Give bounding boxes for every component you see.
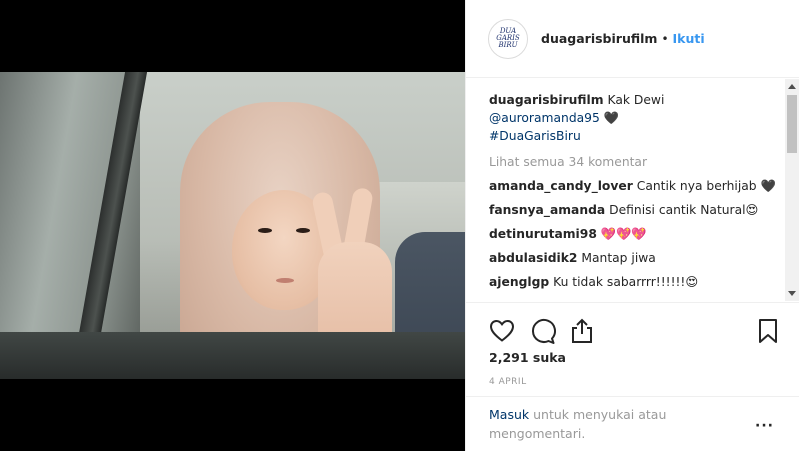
caption-hashtag[interactable]: #DuaGarisBiru	[489, 129, 581, 143]
scrollbar-thumb[interactable]	[787, 95, 797, 153]
post-header: DUA GARIS BIRU duagarisbirufilm • Ikuti	[466, 0, 799, 78]
speech-bubble-icon[interactable]	[528, 317, 556, 345]
caption-emoji: 🖤	[603, 111, 620, 125]
scroll-down-arrow-icon[interactable]	[788, 291, 796, 296]
comment-item: ajenglgp Ku tidak sabarrrr!!!!!!😍	[489, 273, 776, 291]
header-username[interactable]: duagarisbirufilm	[541, 31, 657, 46]
comment-username[interactable]: fansnya_amanda	[489, 203, 605, 217]
comment-item: abdulasidik2 Mantap jiwa	[489, 249, 776, 267]
post-caption: duagarisbirufilm Kak Dewi @auroramanda95…	[489, 91, 776, 145]
follow-button[interactable]: Ikuti	[673, 31, 705, 46]
avatar-logo-line: BIRU	[498, 41, 518, 49]
comment-text: Mantap jiwa	[581, 251, 656, 265]
post-side-panel: DUA GARIS BIRU duagarisbirufilm • Ikuti …	[465, 0, 799, 451]
bookmark-icon[interactable]	[754, 317, 782, 345]
comment-item: detinurutami98 💖💖💖	[489, 225, 776, 243]
car-door-panel	[0, 332, 465, 379]
post-photo[interactable]	[0, 72, 465, 379]
comments-scrollbar[interactable]	[785, 79, 799, 301]
login-prompt: Masuk untuk menyukai atau mengomentari.	[466, 396, 799, 451]
comment-text: Ku tidak sabarrrr!!!!!!😍	[553, 275, 699, 289]
action-icons	[488, 317, 788, 345]
post-actions: 2,291 suka 4 APRIL	[466, 302, 799, 410]
comment-text: Cantik nya berhijab 🖤	[636, 179, 776, 193]
comment-username[interactable]: amanda_candy_lover	[489, 179, 633, 193]
login-prompt-text: Masuk untuk menyukai atau mengomentari.	[489, 405, 709, 443]
share-upload-icon[interactable]	[568, 317, 596, 345]
likes-count[interactable]: 2,291 suka	[489, 350, 566, 365]
more-options-icon[interactable]: ···	[755, 418, 774, 434]
comment-text: Definisi cantik Natural😍	[609, 203, 759, 217]
comment-item: amanda_candy_lover Cantik nya berhijab 🖤	[489, 177, 776, 195]
comment-username[interactable]: abdulasidik2	[489, 251, 577, 265]
right-eye	[296, 228, 310, 233]
caption-text: Kak Dewi	[607, 93, 665, 107]
comment-username[interactable]: ajenglgp	[489, 275, 549, 289]
comment-item: fansnya_amanda Definisi cantik Natural😍	[489, 201, 776, 219]
lips	[276, 278, 294, 283]
avatar[interactable]: DUA GARIS BIRU	[488, 18, 528, 59]
heart-outline-icon[interactable]	[488, 317, 516, 345]
caption-mention[interactable]: @auroramanda95	[489, 111, 600, 125]
view-all-comments-link[interactable]: Lihat semua 34 komentar	[489, 153, 776, 171]
caption-username[interactable]: duagarisbirufilm	[489, 93, 604, 107]
separator-dot: •	[661, 31, 669, 46]
post-date[interactable]: 4 APRIL	[489, 377, 527, 387]
comment-username[interactable]: detinurutami98	[489, 227, 597, 241]
login-link[interactable]: Masuk	[489, 407, 529, 422]
scroll-up-arrow-icon[interactable]	[788, 84, 796, 89]
comment-text: 💖💖💖	[600, 227, 647, 241]
left-eye	[258, 228, 272, 233]
media-area	[0, 0, 465, 451]
comments-list: duagarisbirufilm Kak Dewi @auroramanda95…	[466, 79, 786, 301]
